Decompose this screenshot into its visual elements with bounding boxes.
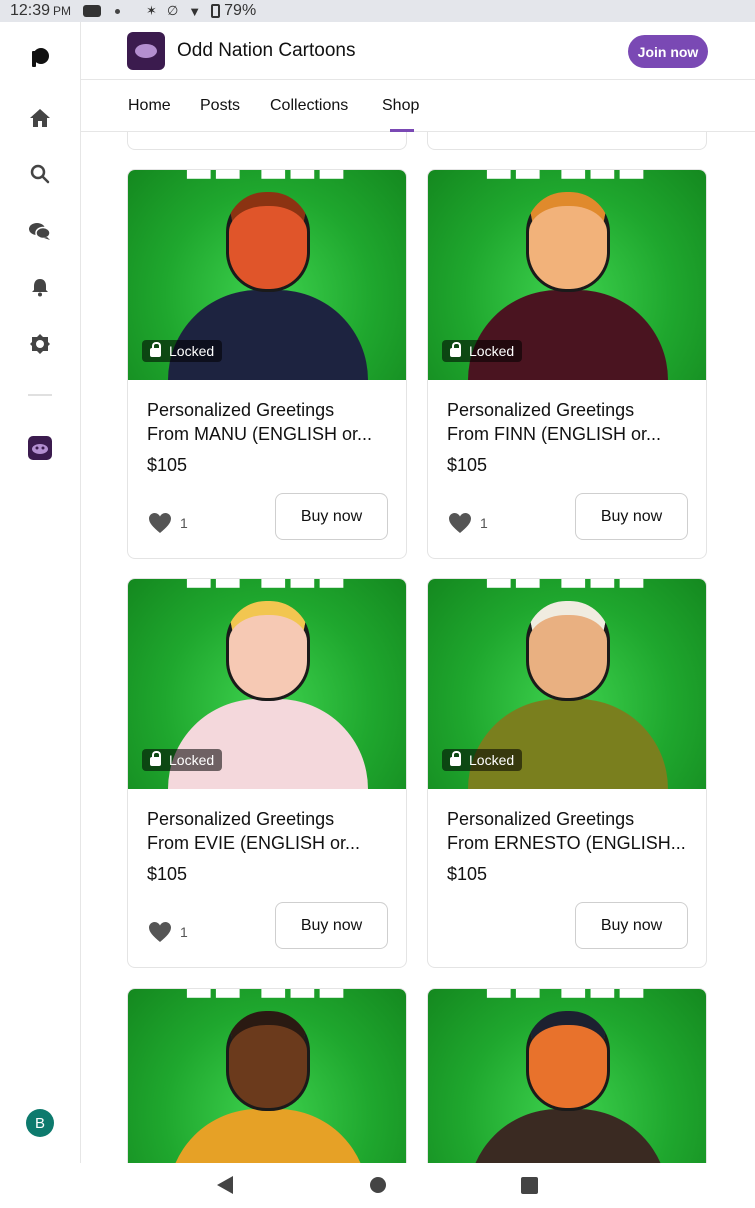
- lock-icon: [450, 342, 461, 357]
- character-body-art: [468, 1109, 668, 1163]
- character-head-art: [526, 192, 610, 292]
- product-image[interactable]: ▀▀ ▀▀▀ Locked: [128, 579, 406, 789]
- youtube-notification-icon: [83, 5, 102, 17]
- chat-icon[interactable]: [26, 217, 54, 245]
- wifi-icon: ▼: [188, 3, 202, 19]
- product-image[interactable]: ▀▀ ▀▀▀ Locked: [428, 579, 706, 789]
- mute-icon: ∅: [166, 3, 179, 18]
- buy-now-button[interactable]: Buy now: [275, 493, 388, 540]
- product-card-partial[interactable]: [427, 132, 707, 150]
- product-image[interactable]: ▀▀ ▀▀▀: [128, 989, 406, 1163]
- like-control[interactable]: 1: [148, 512, 188, 534]
- image-banner-art: ▀▀ ▀▀▀: [187, 579, 349, 606]
- home-icon[interactable]: [26, 104, 54, 132]
- image-banner-art: ▀▀ ▀▀▀: [487, 989, 649, 1016]
- left-rail: B: [0, 22, 81, 1163]
- character-head-art: [226, 1011, 310, 1111]
- lock-icon: [150, 342, 161, 357]
- character-head-art: [526, 601, 610, 701]
- rail-divider: [28, 394, 52, 396]
- product-card[interactable]: ▀▀ ▀▀▀ Locked Personalized Greetings From…: [127, 169, 407, 559]
- like-count: 1: [180, 515, 188, 531]
- image-banner-art: ▀▀ ▀▀▀: [187, 989, 349, 1016]
- battery-icon: [211, 4, 221, 18]
- status-bar: 12:39 PM ✶ ∅ ▼ 79%: [0, 0, 755, 22]
- locked-badge: Locked: [142, 340, 223, 362]
- locked-badge: Locked: [142, 749, 223, 771]
- lock-icon: [450, 751, 461, 766]
- image-banner-art: ▀▀ ▀▀▀: [187, 170, 349, 197]
- buy-now-button[interactable]: Buy now: [575, 902, 688, 949]
- heart-icon[interactable]: [148, 512, 172, 534]
- page-title[interactable]: Odd Nation Cartoons: [177, 40, 356, 62]
- tab-shop[interactable]: Shop: [382, 97, 419, 115]
- shop-grid: ▀▀ ▀▀▀ Locked Personalized Greetings From…: [81, 132, 755, 1163]
- buy-now-button[interactable]: Buy now: [575, 493, 688, 540]
- image-banner-art: ▀▀ ▀▀▀: [487, 170, 649, 197]
- recents-icon[interactable]: [521, 1177, 538, 1194]
- product-image[interactable]: ▀▀ ▀▀▀ Locked: [428, 170, 706, 380]
- tab-home[interactable]: Home: [128, 97, 171, 115]
- character-body-art: [168, 1109, 368, 1163]
- tab-collections[interactable]: Collections: [270, 97, 348, 115]
- character-body-art: [468, 290, 668, 380]
- product-name[interactable]: Personalized Greetings From FINN (ENGLISH…: [447, 398, 692, 446]
- product-price: $105: [447, 864, 488, 884]
- lock-icon: [150, 751, 161, 766]
- product-price: $105: [447, 455, 488, 475]
- bell-icon[interactable]: [26, 273, 54, 301]
- product-card[interactable]: ▀▀ ▀▀▀ Locked Personalized Greetings From…: [427, 578, 707, 968]
- like-count: 1: [180, 924, 188, 940]
- product-card[interactable]: ▀▀ ▀▀▀ Locked Personalized Greetings From…: [427, 169, 707, 559]
- creator-avatar-icon[interactable]: [28, 436, 52, 460]
- like-count: 1: [480, 515, 488, 531]
- character-body-art: [468, 699, 668, 789]
- user-avatar[interactable]: B: [26, 1109, 54, 1137]
- product-card[interactable]: ▀▀ ▀▀▀: [427, 988, 707, 1163]
- product-price: $105: [147, 455, 188, 475]
- product-card[interactable]: ▀▀ ▀▀▀: [127, 988, 407, 1163]
- status-ampm: PM: [53, 4, 72, 18]
- heart-icon[interactable]: [148, 921, 172, 943]
- join-now-button[interactable]: Join now: [628, 35, 708, 68]
- product-image[interactable]: ▀▀ ▀▀▀: [428, 989, 706, 1163]
- home-circle-icon[interactable]: [370, 1177, 386, 1193]
- product-card[interactable]: ▀▀ ▀▀▀ Locked Personalized Greetings From…: [127, 578, 407, 968]
- locked-badge: Locked: [442, 749, 523, 771]
- product-price: $105: [147, 864, 188, 884]
- image-banner-art: ▀▀ ▀▀▀: [487, 579, 649, 606]
- patreon-logo-icon[interactable]: [26, 44, 54, 72]
- character-head-art: [526, 1011, 610, 1111]
- like-control[interactable]: 1: [148, 921, 188, 943]
- heart-icon[interactable]: [448, 512, 472, 534]
- android-nav-bar: [0, 1163, 755, 1208]
- tab-bar: Home Posts Collections Shop: [81, 80, 755, 132]
- like-control[interactable]: 1: [448, 512, 488, 534]
- status-time: 12:39: [10, 2, 51, 19]
- product-image[interactable]: ▀▀ ▀▀▀ Locked: [128, 170, 406, 380]
- locked-badge: Locked: [442, 340, 523, 362]
- product-name[interactable]: Personalized Greetings From EVIE (ENGLISH…: [147, 807, 392, 855]
- buy-now-button[interactable]: Buy now: [275, 902, 388, 949]
- character-head-art: [226, 192, 310, 292]
- battery-level: 79%: [224, 2, 257, 19]
- product-card-partial[interactable]: [127, 132, 407, 150]
- back-icon[interactable]: [217, 1176, 233, 1194]
- character-body-art: [168, 699, 368, 789]
- bluetooth-icon: ✶: [146, 3, 157, 18]
- search-icon[interactable]: [26, 160, 54, 188]
- character-head-art: [226, 601, 310, 701]
- creator-logo[interactable]: [127, 32, 165, 70]
- product-name[interactable]: Personalized Greetings From ERNESTO (ENGL…: [447, 807, 692, 855]
- character-body-art: [168, 290, 368, 380]
- header: Odd Nation Cartoons Join now: [81, 22, 755, 80]
- settings-icon[interactable]: [26, 330, 54, 358]
- tab-posts[interactable]: Posts: [200, 97, 240, 115]
- product-name[interactable]: Personalized Greetings From MANU (ENGLISH…: [147, 398, 392, 446]
- notification-dot-icon: [115, 8, 121, 14]
- active-tab-indicator: [390, 129, 414, 132]
